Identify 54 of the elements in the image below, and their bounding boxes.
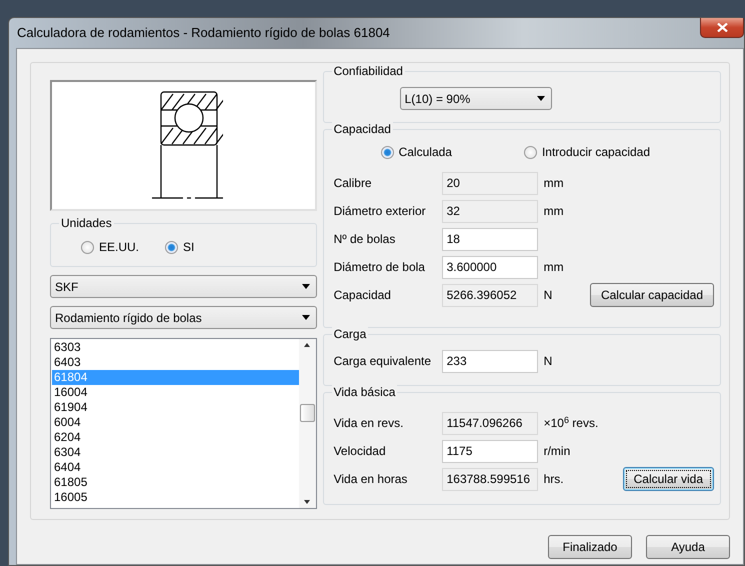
input-field[interactable]: 3.600000 bbox=[442, 256, 538, 278]
input-field[interactable]: 163788.599516 bbox=[442, 468, 538, 490]
group-label: Unidades bbox=[59, 216, 114, 230]
dialog-button[interactable]: Ayuda bbox=[646, 535, 730, 559]
list-item[interactable]: 6204 bbox=[52, 430, 299, 445]
unit-label: mm bbox=[542, 175, 564, 192]
unit-label: N bbox=[542, 287, 552, 304]
field-label: Diámetro de bola bbox=[332, 259, 426, 276]
unit-label: ×10$^{6}$ revs. bbox=[542, 414, 598, 432]
list-item[interactable]: 16005 bbox=[52, 490, 299, 505]
input-field[interactable]: 20 bbox=[442, 172, 538, 194]
group-label: Confiabilidad bbox=[332, 64, 405, 78]
input-field[interactable]: 11547.096266 bbox=[442, 412, 538, 434]
reliability-dropdown[interactable]: L(10) = 90% bbox=[400, 87, 552, 110]
list-item[interactable]: 6004 bbox=[52, 415, 299, 430]
manufacturer-dropdown[interactable]: SKF bbox=[50, 275, 317, 298]
field-label: Vida en revs. bbox=[332, 415, 404, 432]
field-label: Velocidad bbox=[332, 443, 387, 460]
unit-label: r/min bbox=[542, 443, 570, 460]
field-label: Nº de bolas bbox=[332, 231, 396, 248]
field-label: Calibre bbox=[332, 175, 373, 192]
field-label: Diámetro exterior bbox=[332, 203, 427, 220]
list-item[interactable]: 6304 bbox=[52, 445, 299, 460]
input-field[interactable]: 18 bbox=[442, 228, 538, 250]
unit-label: hrs. bbox=[542, 471, 564, 488]
list-item[interactable]: 6403 bbox=[52, 355, 299, 370]
unit-label: N bbox=[542, 353, 552, 370]
field-label: Vida en horas bbox=[332, 471, 408, 488]
list-item[interactable]: 6404 bbox=[52, 460, 299, 475]
radio-option[interactable]: Introducir capacidad bbox=[524, 143, 650, 161]
group-label: Capacidad bbox=[332, 122, 393, 136]
radio-option[interactable]: EE.UU. bbox=[81, 238, 140, 256]
radio-option[interactable]: SI bbox=[165, 238, 194, 256]
unit-label: mm bbox=[542, 259, 564, 276]
list-item[interactable]: 16004 bbox=[52, 385, 299, 400]
calculate-button[interactable]: Calcular vida bbox=[622, 467, 714, 491]
list-item[interactable]: 61805 bbox=[52, 475, 299, 490]
list-item[interactable]: 61904 bbox=[52, 400, 299, 415]
list-item[interactable]: 6303 bbox=[52, 340, 299, 355]
input-field[interactable]: 1175 bbox=[442, 440, 538, 462]
dialog-button[interactable]: Finalizado bbox=[548, 535, 632, 559]
input-field[interactable]: 32 bbox=[442, 200, 538, 222]
window-title: Calculadora de rodamientos - Rodamiento rígido de bolas 61804 bbox=[17, 24, 390, 42]
input-field[interactable]: 5266.396052 bbox=[442, 284, 538, 306]
group-label: Vida básica bbox=[332, 385, 398, 399]
bearing-type-dropdown[interactable]: Rodamiento rígido de bolas bbox=[50, 306, 317, 329]
input-field[interactable]: 233 bbox=[442, 350, 538, 372]
calculate-button[interactable]: Calcular capacidad bbox=[590, 283, 714, 307]
field-label: Capacidad bbox=[332, 287, 392, 304]
radio-option[interactable]: Calculada bbox=[380, 143, 452, 161]
field-label: Carga equivalente bbox=[332, 353, 432, 370]
bearing-list[interactable]: 6303 6403 61804 16004 61904 6004 6204 6304 6404 61805 16005 bbox=[50, 338, 317, 509]
unit-label: mm bbox=[542, 203, 564, 220]
group-label: Carga bbox=[332, 327, 368, 341]
